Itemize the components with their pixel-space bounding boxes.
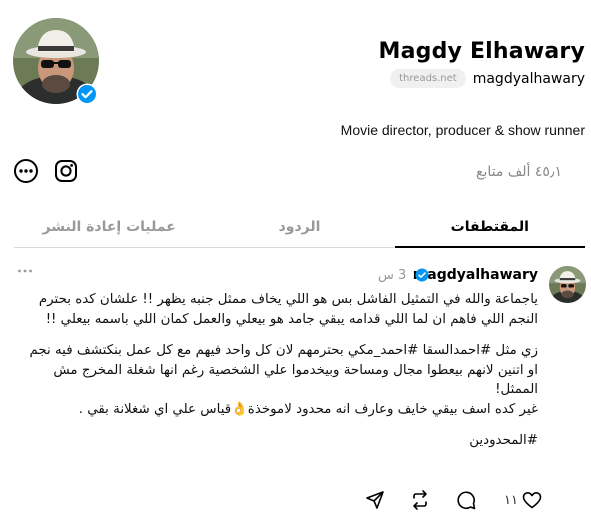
handle-row: threads.net magdyalhawary (390, 69, 585, 88)
share-button[interactable] (364, 488, 386, 512)
tab-threads[interactable]: المقتطفات (394, 206, 586, 248)
profile-name: Magdy Elhawary (378, 39, 585, 64)
domain-pill[interactable]: threads.net (390, 69, 466, 88)
post-paragraph: زي مثل #احمدالسقا #احمد_مكي بحترمهم لان … (29, 343, 538, 417)
post-avatar[interactable] (549, 266, 586, 303)
followers-count[interactable]: ٤٥٫١ ألف متابع (476, 164, 562, 180)
heart-icon (522, 492, 542, 509)
profile-handle: magdyalhawary (472, 70, 585, 87)
profile-bio: Movie director, producer & show runner (340, 122, 585, 138)
tab-reposts[interactable]: عمليات إعادة النشر (14, 206, 204, 247)
at-sign-icon[interactable] (13, 158, 39, 184)
like-button[interactable]: ١١ (504, 488, 543, 512)
tab-replies[interactable]: الردود (204, 206, 394, 247)
like-count: ١١ (504, 492, 518, 508)
post-hashtag[interactable]: #المحدودين (22, 431, 538, 451)
send-icon (366, 491, 384, 509)
comment-icon (457, 491, 476, 510)
post-paragraph: ياجماعة والله في التمثيل الفاشل بس هو ال… (38, 292, 538, 327)
repost-icon (413, 490, 427, 510)
post-time[interactable]: 3 س (378, 268, 406, 283)
verified-badge-icon (415, 268, 429, 282)
reply-button[interactable] (455, 488, 477, 512)
post-actions: ١١ (364, 488, 546, 512)
instagram-icon[interactable] (53, 158, 79, 184)
post-username[interactable]: magdyalhawary (413, 267, 538, 283)
repost-button[interactable] (409, 488, 431, 512)
verified-badge-icon (76, 83, 98, 105)
post-body: ياجماعة والله في التمثيل الفاشل بس هو ال… (22, 290, 538, 451)
profile-tabs: عمليات إعادة النشر الردود المقتطفات (14, 206, 586, 248)
more-horizontal-icon[interactable] (16, 262, 34, 280)
